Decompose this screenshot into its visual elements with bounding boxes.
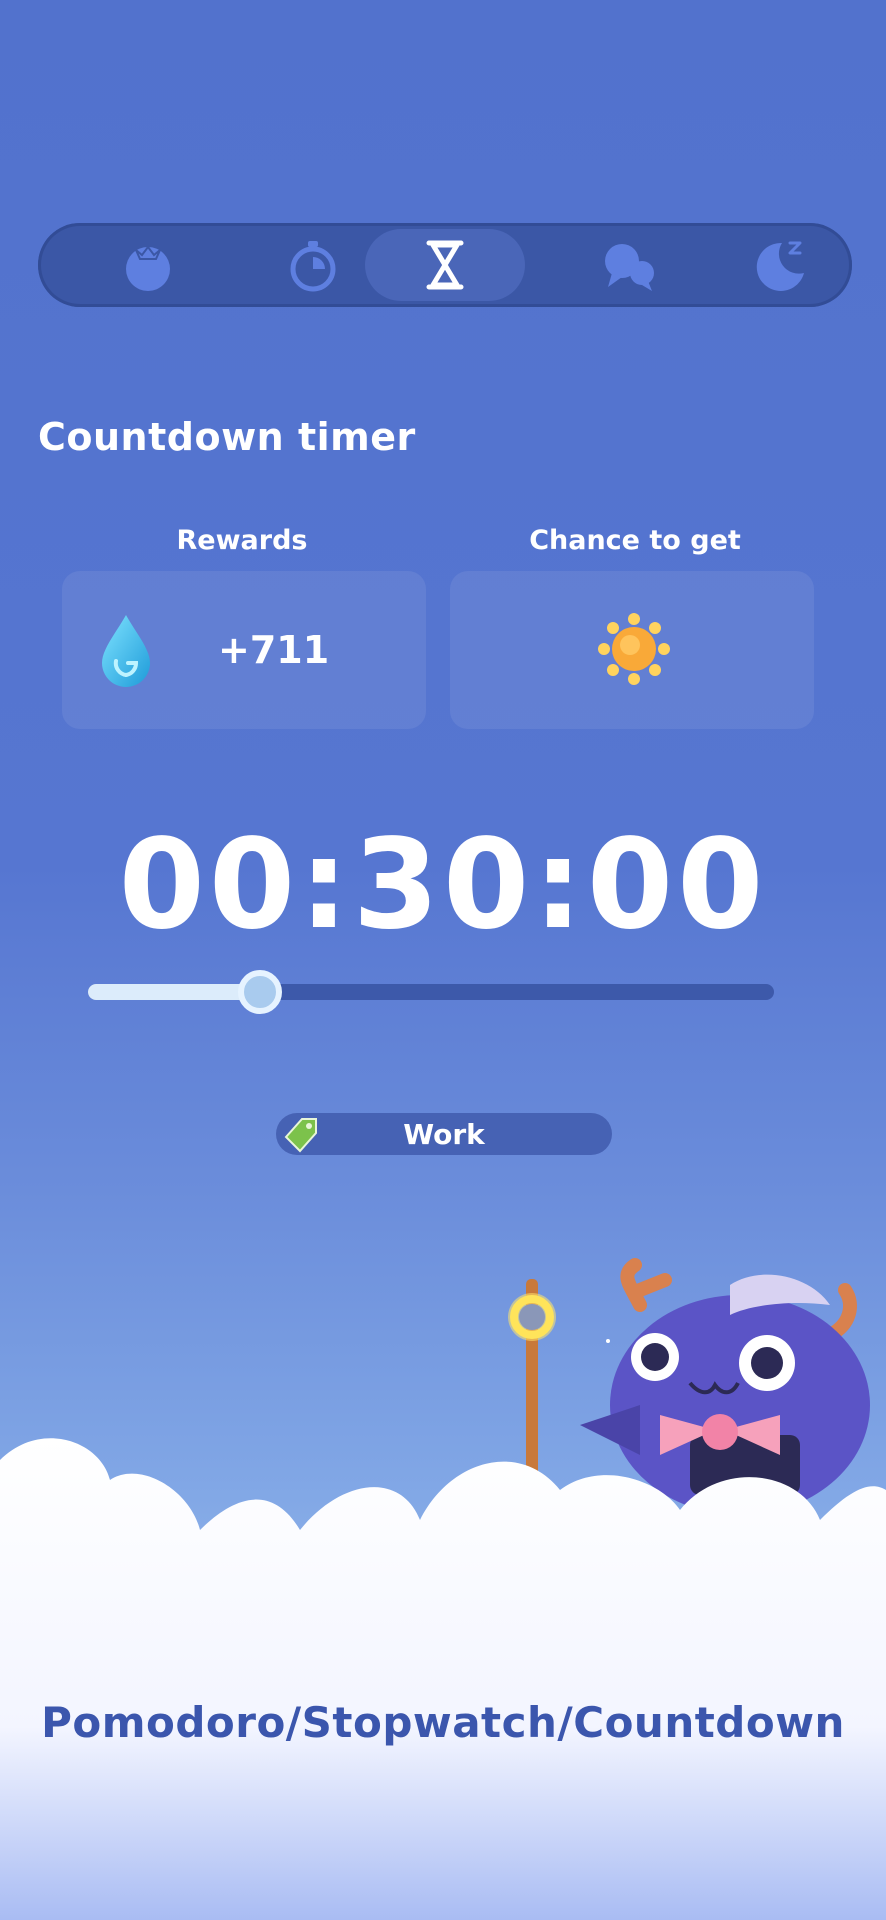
rewards-value: +711: [218, 628, 330, 672]
stopwatch-icon: [290, 241, 336, 292]
page-title: Countdown timer: [38, 415, 416, 459]
duration-slider-thumb[interactable]: [237, 970, 282, 1014]
chance-card: [450, 571, 814, 729]
mode-sleep-button[interactable]: [700, 229, 860, 301]
mode-tomato-button[interactable]: [68, 229, 228, 301]
tomato-icon: [126, 245, 170, 291]
moon-icon: [756, 241, 804, 291]
mode-selector: [38, 223, 852, 307]
sun-icon: [598, 613, 670, 685]
footer-caption: Pomodoro/Stopwatch/Countdown: [41, 1698, 845, 1747]
clouds-decoration: [0, 1438, 886, 1920]
duration-slider-fill: [88, 984, 260, 1000]
timer-display: 00:30:00: [118, 813, 768, 957]
mode-chat-button[interactable]: [548, 229, 708, 301]
hourglass-icon: [426, 240, 464, 290]
water-drop-icon: [102, 615, 150, 687]
tag-label: Work: [403, 1117, 485, 1151]
chance-label: Chance to get: [529, 525, 741, 556]
chat-icon: [605, 244, 654, 291]
mode-countdown-button[interactable]: [365, 229, 525, 301]
rewards-label: Rewards: [176, 525, 308, 556]
tag-selector[interactable]: Work: [276, 1113, 612, 1155]
